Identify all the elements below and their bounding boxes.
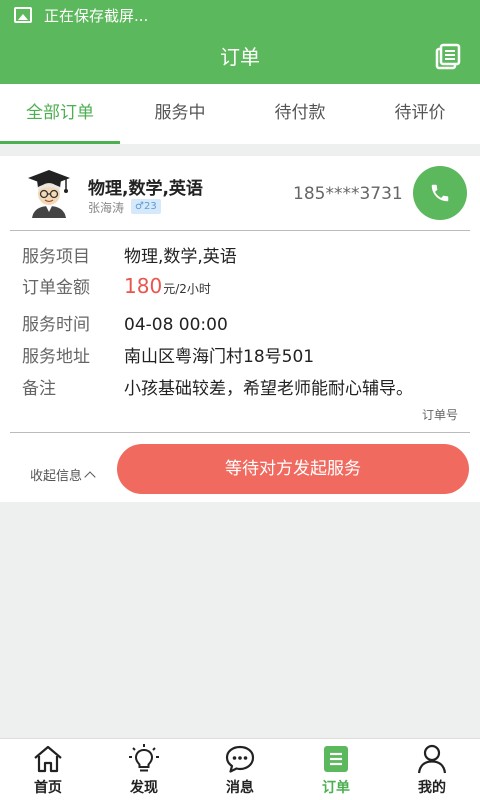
phone-icon [431, 184, 449, 202]
order-icon [324, 746, 348, 772]
order-card: 物理,数学,英语 张海涛 ♂23 185****3731 服务项目 物理,数学,… [0, 156, 480, 502]
order-number-label: 订单号 [421, 408, 458, 422]
nav-item-home[interactable]: 首页 [0, 739, 96, 800]
user-icon [417, 744, 447, 774]
amount-label: 订单金额 [22, 278, 90, 298]
chat-icon [225, 745, 255, 773]
nav-label-orders: 订单 [322, 780, 350, 796]
status-text: 正在保存截屏... [44, 6, 149, 25]
nav-label-home: 首页 [34, 780, 62, 796]
service-time-label: 服务时间 [22, 315, 90, 335]
divider [10, 230, 470, 231]
order-header: 物理,数学,英语 张海涛 ♂23 185****3731 [0, 156, 480, 230]
note-row: 备注 小孩基础较差，希望老师能耐心辅导。 [22, 374, 413, 399]
note-value: 小孩基础较差，希望老师能耐心辅导。 [124, 379, 413, 399]
order-tabs: 全部订单 服务中 待付款 待评价 [0, 84, 480, 144]
teacher-avatar [28, 170, 70, 218]
tab-pending-review[interactable]: 待评价 [360, 84, 480, 144]
tab-in-service[interactable]: 服务中 [120, 84, 240, 144]
collapse-info-button[interactable]: 收起信息 [30, 465, 96, 484]
service-item-value: 物理,数学,英语 [124, 247, 237, 267]
bottom-nav: 首页 发现 消息 订单 我的 [0, 738, 480, 800]
tab-pending-payment[interactable]: 待付款 [240, 84, 360, 144]
chevron-up-icon [84, 470, 96, 483]
service-item-label: 服务项目 [22, 247, 90, 267]
price-unit: 元/2小时 [163, 282, 211, 296]
page-title: 订单 [220, 45, 260, 69]
note-label: 备注 [22, 379, 56, 399]
nav-item-messages[interactable]: 消息 [192, 739, 288, 800]
order-subject-title: 物理,数学,英语 [88, 179, 203, 199]
service-address-value: 南山区粤海门村18号501 [124, 347, 315, 367]
teacher-name: 张海涛 [88, 201, 125, 215]
nav-item-orders[interactable]: 订单 [288, 739, 384, 800]
screenshot-icon [14, 7, 32, 23]
divider [10, 432, 470, 433]
bulb-icon [129, 744, 159, 772]
nav-label-profile: 我的 [418, 780, 446, 796]
nav-label-discover: 发现 [130, 780, 158, 796]
collapse-info-label: 收起信息 [30, 469, 83, 484]
order-list-icon[interactable] [434, 43, 462, 71]
home-icon [34, 745, 62, 773]
nav-item-discover[interactable]: 发现 [96, 739, 192, 800]
amount-row: 订单金额 180 元/2小时 [22, 273, 211, 298]
service-item-row: 服务项目 物理,数学,英语 [22, 242, 237, 267]
price-value: 180 [124, 274, 163, 298]
wait-service-button[interactable]: 等待对方发起服务 [117, 444, 469, 494]
call-button[interactable] [413, 166, 467, 220]
service-time-row: 服务时间 04-08 00:00 [22, 310, 228, 335]
nav-label-messages: 消息 [226, 780, 254, 796]
teacher-phone: 185****3731 [293, 184, 403, 204]
nav-item-profile[interactable]: 我的 [384, 739, 480, 800]
app-bar: 订单 [0, 30, 480, 84]
status-bar: 正在保存截屏... [0, 0, 480, 30]
tab-all-orders[interactable]: 全部订单 [0, 84, 120, 144]
service-address-label: 服务地址 [22, 347, 90, 367]
service-address-row: 服务地址 南山区粤海门村18号501 [22, 342, 314, 367]
service-time-value: 04-08 00:00 [124, 315, 228, 335]
gender-age-badge: ♂23 [131, 199, 161, 214]
